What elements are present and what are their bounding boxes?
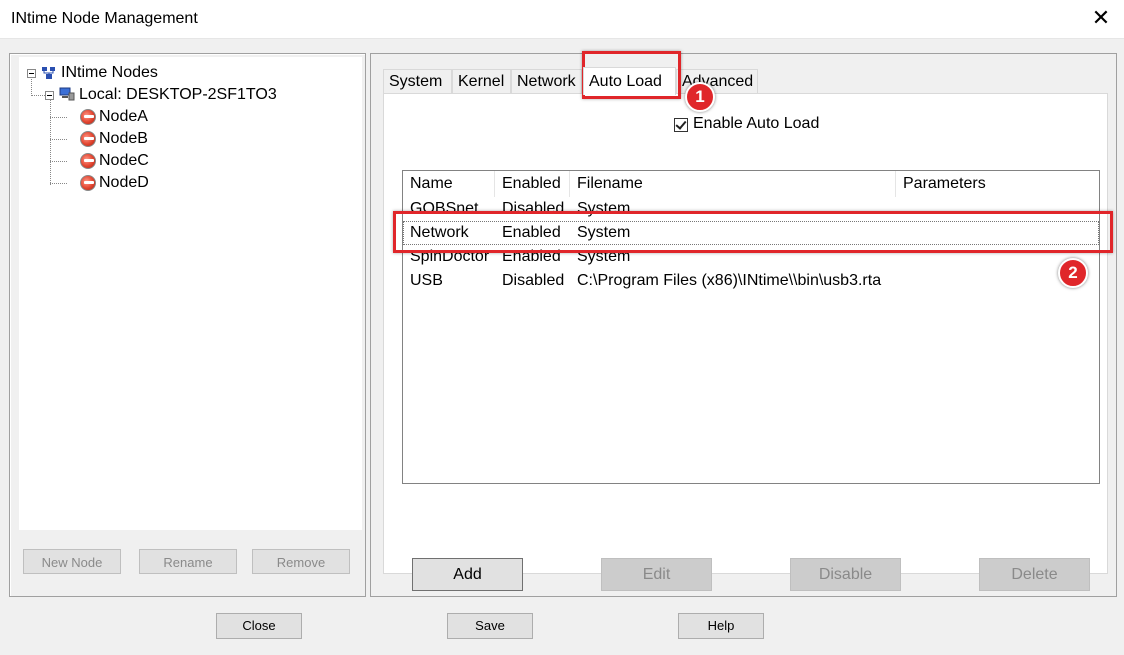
annotation-badge-2: 2: [1058, 258, 1088, 288]
title-bar: INtime Node Management ✕: [0, 0, 1124, 39]
node-b-icon: [80, 131, 96, 147]
node-a-icon: [80, 109, 96, 125]
column-filename[interactable]: Filename: [570, 171, 896, 197]
intime-nodes-icon: [42, 67, 55, 79]
list-header: Name Enabled Filename Parameters: [403, 171, 1099, 197]
tree-node-b[interactable]: NodeB: [99, 130, 148, 148]
row-enabled: Disabled: [502, 272, 565, 289]
node-tree[interactable]: INtime Nodes Local: DESKTOP-2SF1TO3 Node…: [19, 57, 362, 530]
delete-button[interactable]: Delete: [979, 558, 1090, 591]
help-button[interactable]: Help: [678, 613, 764, 639]
node-tree-panel: INtime Nodes Local: DESKTOP-2SF1TO3 Node…: [9, 53, 366, 597]
tree-root-label[interactable]: INtime Nodes: [61, 64, 158, 82]
collapse-host-icon[interactable]: [45, 91, 54, 100]
tree-host-label[interactable]: Local: DESKTOP-2SF1TO3: [79, 86, 277, 104]
tree-node-d[interactable]: NodeD: [99, 174, 149, 192]
column-enabled[interactable]: Enabled: [495, 171, 570, 197]
node-d-icon: [80, 175, 96, 191]
enable-auto-load-label[interactable]: Enable Auto Load: [693, 115, 819, 133]
annotation-badge-1: 1: [685, 82, 715, 112]
enable-auto-load-checkbox[interactable]: [674, 118, 688, 132]
disable-button[interactable]: Disable: [790, 558, 901, 591]
list-item[interactable]: USB Disabled C:\Program Files (x86)\INti…: [403, 269, 1099, 293]
annotation-highlight-row: [393, 211, 1113, 253]
auto-load-page: Enable Auto Load Name Enabled Filename P…: [383, 93, 1108, 591]
rename-button[interactable]: Rename: [139, 549, 237, 574]
close-button[interactable]: Close: [216, 613, 302, 639]
window-title: INtime Node Management: [11, 10, 198, 27]
node-settings-panel: System Kernel Network Auto Load Advanced…: [370, 53, 1117, 597]
add-button[interactable]: Add: [412, 558, 523, 591]
tree-node-c[interactable]: NodeC: [99, 152, 149, 170]
new-node-button[interactable]: New Node: [23, 549, 121, 574]
row-filename: C:\Program Files (x86)\INtime\\bin\usb3.…: [577, 272, 882, 289]
tab-auto-load[interactable]: Auto Load: [583, 67, 676, 95]
tab-system[interactable]: System: [383, 69, 452, 93]
tab-kernel[interactable]: Kernel: [452, 69, 511, 93]
tab-network[interactable]: Network: [511, 69, 582, 93]
node-c-icon: [80, 153, 96, 169]
remove-button[interactable]: Remove: [252, 549, 350, 574]
computer-icon: [59, 87, 75, 101]
row-name: USB: [410, 272, 443, 289]
edit-button[interactable]: Edit: [601, 558, 712, 591]
column-name[interactable]: Name: [403, 171, 495, 197]
save-button[interactable]: Save: [447, 613, 533, 639]
close-window-icon[interactable]: ✕: [1078, 0, 1124, 38]
column-parameters[interactable]: Parameters: [896, 171, 1099, 197]
collapse-root-icon[interactable]: [27, 69, 36, 78]
tree-node-a[interactable]: NodeA: [99, 108, 148, 126]
